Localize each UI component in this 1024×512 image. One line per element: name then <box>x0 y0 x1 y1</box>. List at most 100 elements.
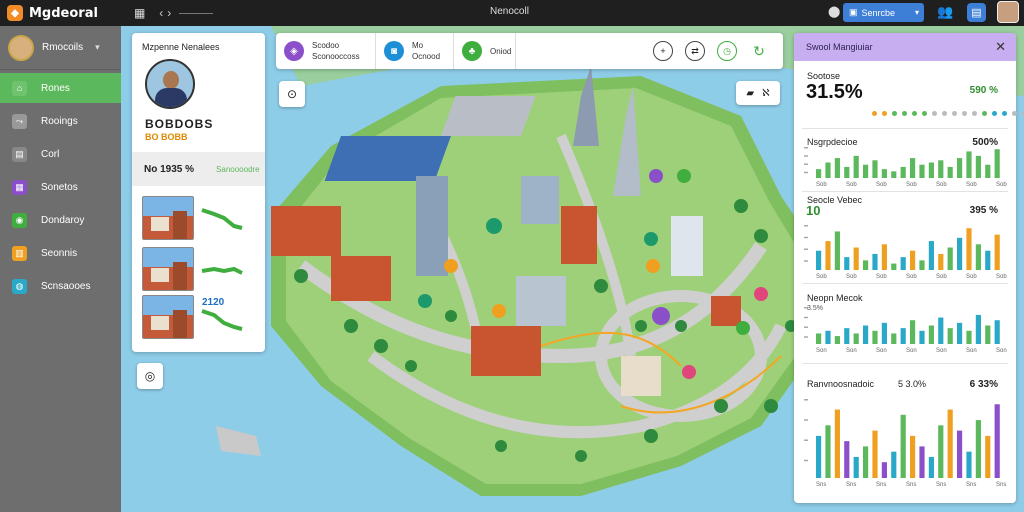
sidebar-item-5[interactable]: ▥ Seonnis <box>0 238 121 268</box>
people-icon[interactable]: 👥 <box>937 4 953 20</box>
divider <box>802 283 1008 284</box>
y-tick <box>804 171 808 174</box>
chart-bar <box>928 162 934 178</box>
stat3-value: 10 <box>806 203 821 218</box>
document-icon[interactable]: ▤ <box>967 3 986 22</box>
locate-icon[interactable]: ⊙ <box>279 81 305 107</box>
sidebar-item-4[interactable]: ◉ Dondaroy <box>0 205 121 235</box>
chart-bar <box>928 456 934 478</box>
progress-dot <box>942 111 947 116</box>
sidebar-item-6[interactable]: ◍ Scnsaooes <box>0 271 121 301</box>
x-tick-label: Sob <box>846 274 857 279</box>
compass-icon[interactable]: ◎ <box>137 363 163 389</box>
refresh-icon[interactable]: ↻ <box>749 41 769 61</box>
x-tick-label: Son <box>966 348 977 353</box>
x-tick-label: Son <box>846 348 857 353</box>
chart-icon: ▥ <box>12 245 27 261</box>
forward-icon[interactable]: › <box>167 6 175 20</box>
map-filter-button[interactable]: ▰ ℵ <box>736 81 780 105</box>
chart-bar <box>834 231 840 270</box>
grid-icon: ▦ <box>12 179 27 195</box>
chart-bar <box>900 166 906 178</box>
bar-chart-4: Sns Sns Sns Sns Sns Sns Sns <box>804 399 1006 487</box>
chart-bar <box>910 435 916 478</box>
progress-dot <box>932 111 937 116</box>
camera-icon: ◙ <box>384 41 404 61</box>
y-tick <box>804 248 808 250</box>
sidebar-item-label: Corl <box>41 148 60 160</box>
tour-thumbnail[interactable] <box>142 196 194 240</box>
x-tick-label: Son <box>996 348 1007 353</box>
chart-bar <box>985 435 991 478</box>
nav-arrows: ‹› <box>159 6 175 20</box>
progress-dot <box>972 111 977 116</box>
chevron-down-icon[interactable]: ▾ <box>95 42 100 53</box>
chart-bar <box>863 260 869 270</box>
sidebar-item-label: Scnsaooes <box>41 280 91 292</box>
search-icon: ▣ <box>849 7 858 17</box>
chart-bar <box>994 320 1000 344</box>
chart-bar <box>910 250 916 270</box>
sidebar-item-2[interactable]: ▤ Corl <box>0 139 121 169</box>
x-tick-label: Sob <box>906 274 917 279</box>
chart-bar <box>863 446 869 478</box>
x-tick-label: Sob <box>966 182 977 187</box>
x-tick-label: Sob <box>846 182 857 187</box>
sidebar-item-label: Sonetos <box>41 181 78 193</box>
x-tick-label: Son <box>906 348 917 353</box>
toolbar-segment-2[interactable]: ♣ Oniod <box>454 33 516 69</box>
chart-bar <box>825 241 831 270</box>
chart-bar <box>844 257 850 270</box>
route-sparkline <box>201 208 243 230</box>
chart-bar <box>994 404 1000 478</box>
swap-icon[interactable]: ⇄ <box>685 41 705 61</box>
route-sparkline <box>201 266 243 275</box>
sidebar-item-3[interactable]: ▦ Sonetos <box>0 172 121 202</box>
tour-thumbnail[interactable] <box>142 295 194 339</box>
tour-thumbnail[interactable] <box>142 247 194 291</box>
time-icon[interactable]: ◷ <box>717 41 737 61</box>
stat1-right: 590 % <box>969 85 998 96</box>
chart-bar <box>919 446 925 478</box>
chart-bar <box>891 263 897 270</box>
divider <box>802 128 1008 129</box>
progress-dot <box>902 111 907 116</box>
app-logo-icon[interactable]: ◆ <box>7 5 23 21</box>
sidebar-item-0[interactable]: ⌂ Rones <box>0 73 121 103</box>
analytics-title: Swool Mangiuiar <box>806 42 873 52</box>
plant-icon: ♣ <box>462 41 482 61</box>
chart-bar <box>910 320 916 344</box>
chart-bar <box>938 317 944 344</box>
toolbar-segment-label: Scodoo Sconooccoss <box>312 41 360 61</box>
chart-bar <box>844 441 850 478</box>
progress-dot <box>882 111 887 116</box>
grid-icon[interactable]: ▦ <box>134 6 145 20</box>
y-tick <box>804 399 808 401</box>
chart-bar <box>975 244 981 270</box>
stat1-label: Sootose <box>807 71 841 81</box>
chart-bar <box>985 164 991 178</box>
sidebar-item-1[interactable]: ⤳ Rooings <box>0 106 121 136</box>
close-icon[interactable]: ✕ <box>995 39 1006 55</box>
add-location-icon[interactable]: + <box>653 41 673 61</box>
stat4-label: Neopn Mecok <box>807 293 863 303</box>
chart-bar <box>891 333 897 344</box>
chart-bar <box>825 162 831 178</box>
chart-bar <box>816 250 822 270</box>
toolbar-buttons: + ⇄ ◷ ↻ <box>649 41 769 61</box>
sidebar-user[interactable]: Rmocoils ▾ <box>0 26 121 70</box>
search-label: Senrcbe <box>861 7 896 18</box>
chart-bar <box>863 325 869 344</box>
weather-icon: ℵ <box>762 87 770 99</box>
x-tick-label: Son <box>936 348 947 353</box>
y-tick <box>804 336 808 338</box>
avatar[interactable] <box>997 1 1019 23</box>
stat-value: No 1935 % <box>144 163 195 175</box>
search-button[interactable]: ▣ Senrcbe ▾ <box>843 3 924 22</box>
x-tick-label: Son <box>816 348 827 353</box>
pin-icon[interactable]: ⬤ <box>828 5 840 18</box>
user-name: Rmocoils <box>42 42 84 53</box>
sidebar-item-label: Seonnis <box>41 247 78 259</box>
toolbar-segment-1[interactable]: ◙ Mo Ocnood <box>376 33 454 69</box>
toolbar-segment-0[interactable]: ◈ Scodoo Sconooccoss <box>276 33 376 69</box>
